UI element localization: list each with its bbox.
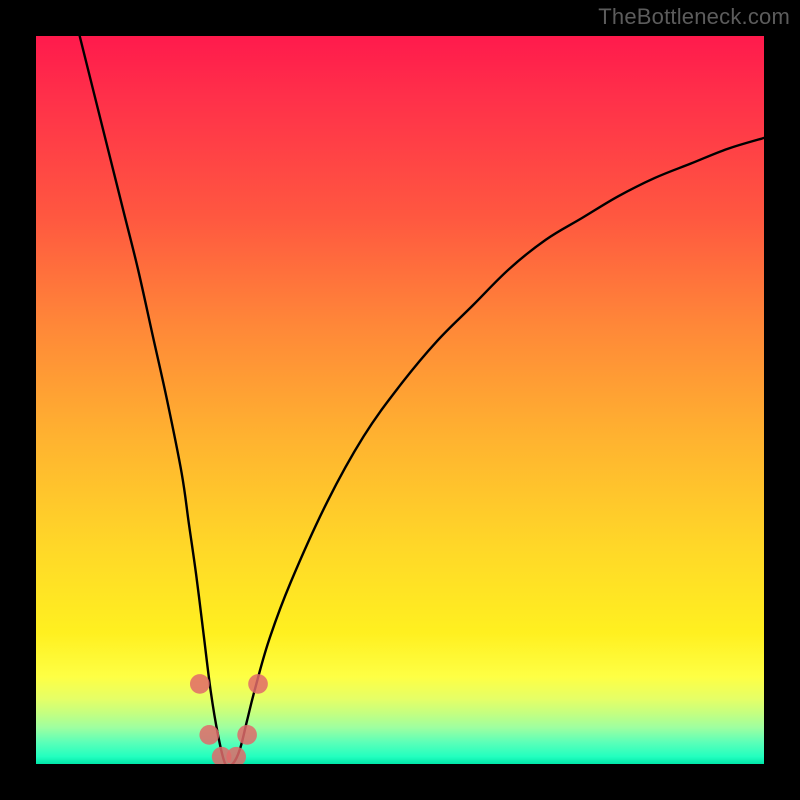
marker-dot bbox=[237, 725, 257, 745]
watermark-text: TheBottleneck.com bbox=[598, 4, 790, 30]
chart-svg bbox=[36, 36, 764, 764]
marker-dot bbox=[226, 747, 246, 764]
marker-dot bbox=[190, 674, 210, 694]
plot-area bbox=[36, 36, 764, 764]
chart-frame: TheBottleneck.com bbox=[0, 0, 800, 800]
marker-dot bbox=[199, 725, 219, 745]
bottleneck-curve bbox=[80, 36, 764, 764]
marker-dot bbox=[248, 674, 268, 694]
curve-markers bbox=[190, 674, 268, 764]
